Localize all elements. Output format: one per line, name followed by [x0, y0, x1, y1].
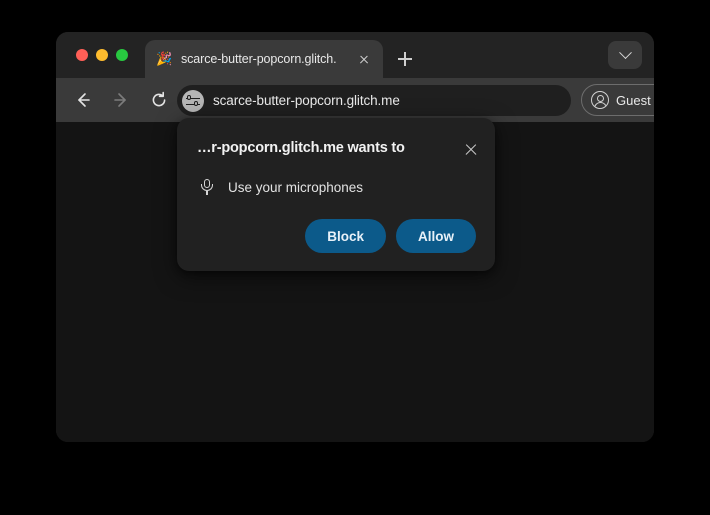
profile-guest-button[interactable]: Guest — [581, 84, 654, 116]
window-close-button[interactable] — [76, 49, 88, 61]
browser-toolbar: scarce-butter-popcorn.glitch.me Guest — [56, 78, 654, 122]
browser-tab[interactable]: 🎉 scarce-butter-popcorn.glitch. — [145, 40, 383, 78]
back-button[interactable] — [68, 85, 98, 115]
reload-icon — [152, 91, 166, 107]
reload-button[interactable] — [144, 85, 174, 115]
screenshot-root: 🎉 scarce-butter-popcorn.glitch. scarce-b… — [0, 0, 710, 515]
tab-strip: 🎉 scarce-butter-popcorn.glitch. — [56, 32, 654, 78]
microphone-icon — [199, 178, 215, 196]
window-traffic-lights — [76, 49, 128, 61]
address-bar-url: scarce-butter-popcorn.glitch.me — [213, 93, 400, 108]
profile-label: Guest — [616, 92, 651, 108]
permission-dialog-actions: Block Allow — [305, 219, 476, 253]
close-icon[interactable] — [463, 142, 479, 158]
site-settings-tune-icon[interactable] — [182, 89, 204, 112]
allow-button[interactable]: Allow — [396, 219, 476, 253]
avatar-icon — [591, 91, 609, 109]
permission-dialog-title: …r-popcorn.glitch.me wants to — [197, 140, 405, 156]
block-button[interactable]: Block — [305, 219, 386, 253]
party-popper-favicon: 🎉 — [156, 51, 173, 66]
close-tab-icon[interactable] — [355, 50, 373, 68]
address-bar[interactable]: scarce-butter-popcorn.glitch.me — [177, 85, 571, 116]
permission-description: Use your microphones — [228, 179, 364, 195]
permission-request-row: Use your microphones — [199, 178, 363, 196]
tab-search-button[interactable] — [608, 41, 642, 69]
tab-title: scarce-butter-popcorn.glitch. — [181, 52, 337, 66]
window-minimize-button[interactable] — [96, 49, 108, 61]
new-tab-button[interactable] — [390, 44, 420, 74]
arrow-left-icon — [78, 93, 90, 107]
window-maximize-button[interactable] — [116, 49, 128, 61]
chevron-down-icon — [618, 45, 632, 59]
forward-button[interactable] — [106, 85, 136, 115]
permission-dialog: …r-popcorn.glitch.me wants to Use your m… — [177, 118, 495, 271]
arrow-right-icon — [114, 93, 126, 107]
